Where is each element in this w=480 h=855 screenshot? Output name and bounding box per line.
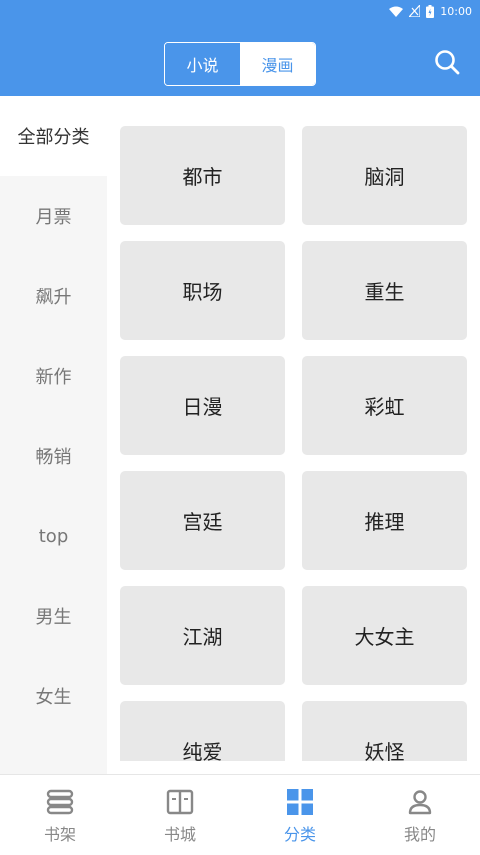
status-bar: 10:00 [389,0,480,22]
app-header: 10:00 小说 漫画 [0,0,480,96]
tab-novel[interactable]: 小说 [165,43,240,85]
tab-category-label: 分类 [283,825,316,844]
sidebar-item-monthly-ticket[interactable]: 月票 [0,176,107,256]
tab-comic[interactable]: 漫画 [240,43,315,85]
search-icon [434,49,460,79]
category-card[interactable]: 脑洞 [302,126,467,225]
status-time: 10:00 [440,4,472,18]
book-icon [166,789,194,815]
category-card[interactable]: 职场 [120,241,285,340]
tab-profile[interactable]: 我的 [360,775,480,855]
category-grid-area: 都市 脑洞 职场 重生 日漫 彩虹 宫廷 推理 江湖 大女主 纯爱 妖怪 [107,96,480,761]
category-card[interactable]: 彩虹 [302,356,467,455]
category-grid: 都市 脑洞 职场 重生 日漫 彩虹 宫廷 推理 江湖 大女主 纯爱 妖怪 [120,126,467,761]
category-card[interactable]: 江湖 [120,586,285,685]
search-button[interactable] [430,47,464,81]
sidebar-item-all[interactable]: 全部分类 [0,96,107,176]
category-grid-icon [287,789,313,815]
sidebar-item-top[interactable]: top [0,496,107,576]
tab-category[interactable]: 分类 [240,775,360,855]
tab-profile-label: 我的 [403,825,436,844]
category-card[interactable]: 妖怪 [302,701,467,761]
sidebar-item-male[interactable]: 男生 [0,576,107,656]
category-card[interactable]: 日漫 [120,356,285,455]
bookshelf-icon [46,789,74,815]
no-signal-icon [409,5,421,17]
profile-icon [407,789,433,815]
tab-bookshelf[interactable]: 书架 [0,775,120,855]
content-type-switch: 小说 漫画 [164,42,316,86]
category-card[interactable]: 重生 [302,241,467,340]
sidebar-item-female[interactable]: 女生 [0,656,107,736]
wifi-icon [389,6,404,17]
sidebar-item-new[interactable]: 新作 [0,336,107,416]
category-sidebar: 全部分类 月票 飙升 新作 畅销 top 男生 女生 [0,96,107,774]
tab-bookshelf-label: 书架 [43,825,76,844]
category-card[interactable]: 推理 [302,471,467,570]
category-card[interactable]: 都市 [120,126,285,225]
sidebar-item-bestselling[interactable]: 畅销 [0,416,107,496]
category-card[interactable]: 纯爱 [120,701,285,761]
category-card[interactable]: 大女主 [302,586,467,685]
battery-icon [426,4,435,18]
bottom-tab-bar: 书架 书城 分类 我的 [0,774,480,855]
tab-bookstore-label: 书城 [163,825,196,844]
tab-bookstore[interactable]: 书城 [120,775,240,855]
category-card[interactable]: 宫廷 [120,471,285,570]
sidebar-item-rising[interactable]: 飙升 [0,256,107,336]
